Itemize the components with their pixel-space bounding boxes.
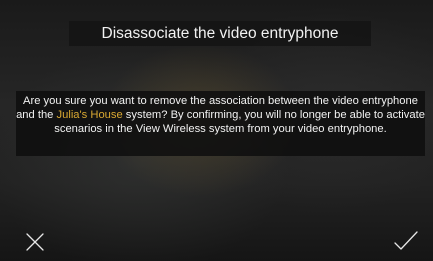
dialog-message: Are you sure you want to remove the asso… [16, 91, 425, 156]
checkmark-icon [394, 231, 418, 250]
disassociate-dialog-screen: Disassociate the video entryphone Are yo… [0, 0, 433, 261]
confirm-button[interactable] [393, 229, 423, 259]
cancel-button[interactable] [24, 230, 54, 260]
dialog-title: Disassociate the video entryphone [69, 21, 371, 46]
system-name: Julia's House [56, 109, 123, 122]
close-icon [26, 233, 44, 251]
